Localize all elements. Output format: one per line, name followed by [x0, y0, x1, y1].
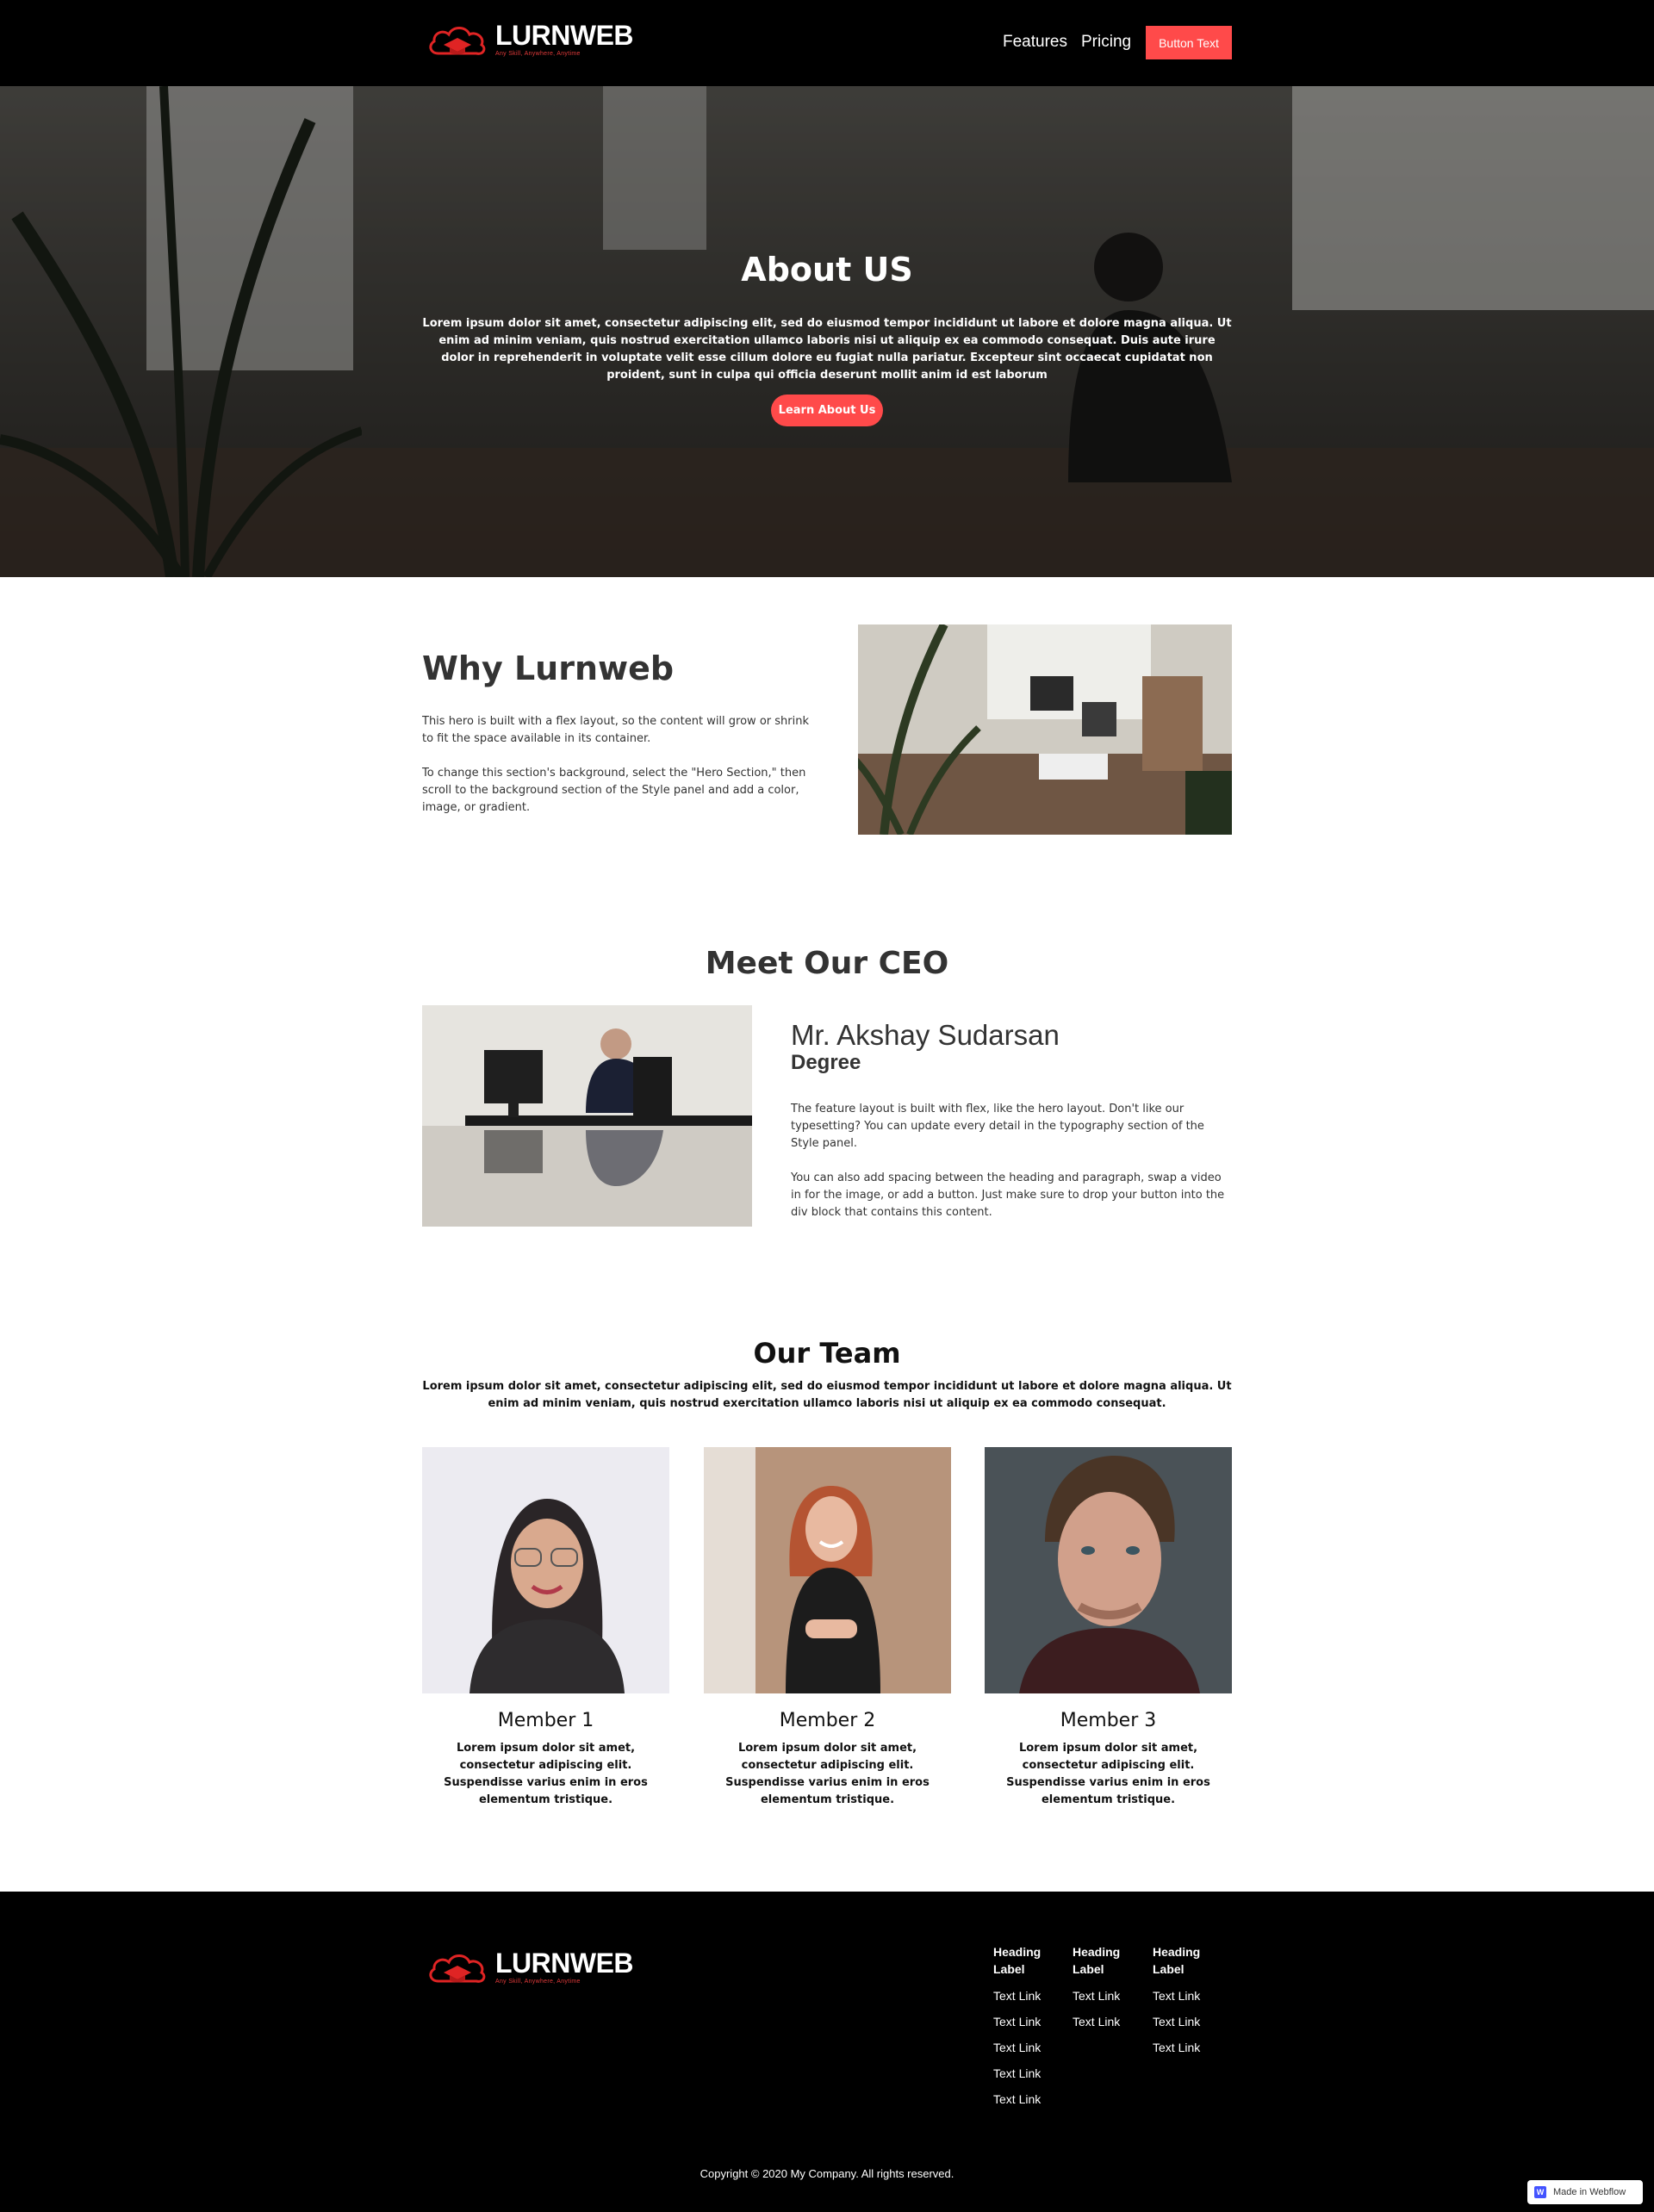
ceo-heading: Meet Our CEO: [705, 946, 949, 981]
member-portrait: [985, 1447, 1232, 1693]
footer-brand-logo[interactable]: LURNWEB Any Skill, Anywhere, Anytime: [426, 1947, 634, 1988]
made-in-webflow-badge[interactable]: W Made in Webflow: [1527, 2180, 1643, 2204]
footer: LURNWEB Any Skill, Anywhere, Anytime Hea…: [0, 1892, 1654, 2212]
office-image: [858, 624, 1232, 835]
brand-tagline: Any Skill, Anywhere, Anytime: [495, 51, 581, 57]
why-paragraph: To change this section's background, sel…: [422, 767, 806, 814]
why-title: Why Lurnweb: [422, 649, 675, 687]
footer-column: Heading Label Text Link Text Link Text L…: [1153, 1943, 1222, 2066]
ceo-photo: [422, 1005, 752, 1227]
team-member-card: Member 2 Lorem ipsum dolor sit amet, con…: [704, 1447, 951, 1809]
copyright-text: Copyright © 2020 My Company. All rights …: [700, 2167, 954, 2180]
member-name: Member 2: [779, 1710, 876, 1731]
member-photo: [704, 1447, 951, 1693]
team-member-card: Member 3 Lorem ipsum dolor sit amet, con…: [985, 1447, 1232, 1809]
footer-column-heading: Heading Label: [1153, 1945, 1201, 1976]
footer-column-heading: Heading Label: [1073, 1945, 1121, 1976]
member-name: Member 3: [1060, 1710, 1157, 1731]
member-photo: [422, 1447, 669, 1693]
footer-link[interactable]: Text Link: [993, 2040, 1062, 2055]
ceo-paragraph: You can also add spacing between the hea…: [791, 1171, 1225, 1219]
page: LURNWEB Any Skill, Anywhere, Anytime Fea…: [0, 0, 1654, 2212]
team-member-card: Member 1 Lorem ipsum dolor sit amet, con…: [422, 1447, 669, 1809]
member-portrait: [704, 1447, 951, 1693]
navbar: LURNWEB Any Skill, Anywhere, Anytime Fea…: [0, 0, 1654, 86]
cloud-graduation-cap-icon: [429, 1954, 486, 1983]
ceo-desk-scene: [422, 1005, 752, 1227]
why-paragraph: This hero is built with a flex layout, s…: [422, 715, 809, 745]
footer-link[interactable]: Text Link: [1153, 1988, 1222, 2004]
member-name: Member 1: [497, 1710, 594, 1731]
footer-link[interactable]: Text Link: [1073, 2014, 1141, 2029]
member-description: Lorem ipsum dolor sit amet, consectetur …: [725, 1742, 930, 1806]
footer-link[interactable]: Text Link: [1153, 2014, 1222, 2029]
ceo-paragraph: The feature layout is built with flex, l…: [791, 1103, 1204, 1150]
ceo-name: Mr. Akshay Sudarsan: [791, 1019, 1060, 1051]
footer-link[interactable]: Text Link: [993, 2091, 1062, 2107]
footer-link[interactable]: Text Link: [993, 2066, 1062, 2081]
learn-about-us-button[interactable]: Learn About Us: [771, 395, 883, 426]
nav-cta-button[interactable]: Button Text: [1146, 26, 1232, 59]
brand-name: LURNWEB: [495, 1948, 634, 1979]
team-intro: Lorem ipsum dolor sit amet, consectetur …: [422, 1380, 1232, 1410]
footer-link[interactable]: Text Link: [1073, 1988, 1141, 2004]
hero-section: About US Lorem ipsum dolor sit amet, con…: [0, 86, 1654, 577]
brand-name: LURNWEB: [495, 20, 634, 51]
hero-text: Lorem ipsum dolor sit amet, consectetur …: [422, 317, 1232, 382]
ceo-degree: Degree: [791, 1051, 861, 1074]
webflow-icon: W: [1534, 2186, 1546, 2198]
footer-column-heading: Heading Label: [993, 1945, 1042, 1976]
member-photo: [985, 1447, 1232, 1693]
cloud-graduation-cap-icon: [429, 27, 486, 55]
footer-column: Heading Label Text Link Text Link Text L…: [993, 1943, 1062, 2117]
footer-link[interactable]: Text Link: [993, 1988, 1062, 2004]
brand-tagline: Any Skill, Anywhere, Anytime: [495, 1979, 581, 1985]
footer-column: Heading Label Text Link Text Link: [1073, 1943, 1141, 2040]
brand-logo[interactable]: LURNWEB Any Skill, Anywhere, Anytime: [426, 19, 634, 60]
office-scene: [858, 624, 1232, 835]
member-portrait: [422, 1447, 669, 1693]
nav-link-features[interactable]: Features: [1003, 32, 1067, 53]
nav-link-pricing[interactable]: Pricing: [1081, 32, 1131, 53]
hero-title: About US: [741, 251, 913, 289]
member-description: Lorem ipsum dolor sit amet, consectetur …: [1006, 1742, 1210, 1806]
team-heading: Our Team: [753, 1337, 901, 1370]
member-description: Lorem ipsum dolor sit amet, consectetur …: [444, 1742, 648, 1806]
footer-link[interactable]: Text Link: [1153, 2040, 1222, 2055]
webflow-badge-label: Made in Webflow: [1553, 2187, 1626, 2197]
footer-link[interactable]: Text Link: [993, 2014, 1062, 2029]
